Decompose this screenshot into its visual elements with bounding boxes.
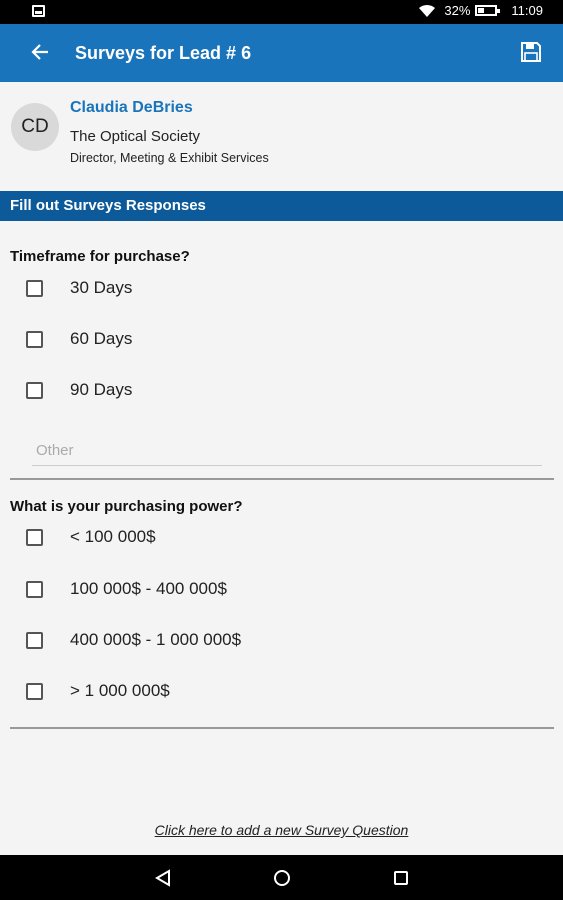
checkbox[interactable] (26, 631, 43, 649)
battery-percent: 32% (444, 3, 471, 18)
section-header: Fill out Surveys Responses (0, 191, 563, 221)
question-timeframe: Timeframe for purchase? (10, 248, 190, 265)
app-bar: Surveys for Lead # 6 (0, 24, 563, 82)
floppy-disk-icon (521, 42, 541, 62)
back-button[interactable] (22, 34, 58, 70)
option-under-100k[interactable]: < 100 000$ (26, 522, 156, 552)
option-label: 100 000$ - 400 000$ (70, 579, 227, 598)
option-100k-400k[interactable]: 100 000$ - 400 000$ (26, 574, 227, 604)
notification-icon (32, 5, 45, 17)
checkbox[interactable] (26, 330, 43, 348)
wifi-icon (419, 4, 436, 17)
option-over-1m[interactable]: > 1 000 000$ (26, 676, 170, 706)
option-label: < 100 000$ (70, 527, 156, 546)
square-recents-icon (394, 871, 408, 885)
option-label: 30 Days (70, 278, 133, 297)
nav-recents-button[interactable] (388, 865, 414, 891)
checkbox[interactable] (26, 528, 43, 546)
option-label: > 1 000 000$ (70, 681, 170, 700)
contact-card: CD Claudia DeBries The Optical Society D… (0, 82, 563, 191)
option-label: 400 000$ - 1 000 000$ (70, 630, 242, 649)
save-button[interactable] (513, 34, 549, 70)
checkbox[interactable] (26, 682, 43, 700)
triangle-back-icon (155, 869, 170, 887)
contact-name[interactable]: Claudia DeBries (70, 99, 193, 117)
other-input[interactable] (32, 436, 542, 466)
option-label: 90 Days (70, 380, 133, 399)
contact-job-title: Director, Meeting & Exhibit Services (70, 151, 269, 165)
divider (10, 727, 554, 729)
arrow-left-icon (31, 44, 48, 60)
avatar: CD (11, 103, 59, 151)
option-90-days[interactable]: 90 Days (26, 375, 132, 405)
option-30-days[interactable]: 30 Days (26, 273, 132, 303)
system-nav-bar (0, 855, 563, 900)
option-400k-1m[interactable]: 400 000$ - 1 000 000$ (26, 625, 241, 655)
battery-icon (475, 5, 501, 16)
status-bar: 32% 11:09 (0, 0, 563, 24)
nav-back-button[interactable] (150, 865, 176, 891)
question-purchasing-power: What is your purchasing power? (10, 498, 243, 515)
option-60-days[interactable]: 60 Days (26, 324, 132, 354)
status-indicators: 32% 11:09 (418, 3, 543, 18)
checkbox[interactable] (26, 580, 43, 598)
clock: 11:09 (511, 3, 543, 18)
checkbox[interactable] (26, 381, 43, 399)
option-label: 60 Days (70, 329, 133, 348)
nav-home-button[interactable] (269, 865, 295, 891)
divider (10, 478, 554, 480)
contact-company: The Optical Society (70, 128, 201, 145)
circle-home-icon (274, 870, 290, 886)
checkbox[interactable] (26, 279, 43, 297)
add-survey-question-link[interactable]: Click here to add a new Survey Question (0, 822, 563, 838)
page-title: Surveys for Lead # 6 (75, 43, 252, 63)
